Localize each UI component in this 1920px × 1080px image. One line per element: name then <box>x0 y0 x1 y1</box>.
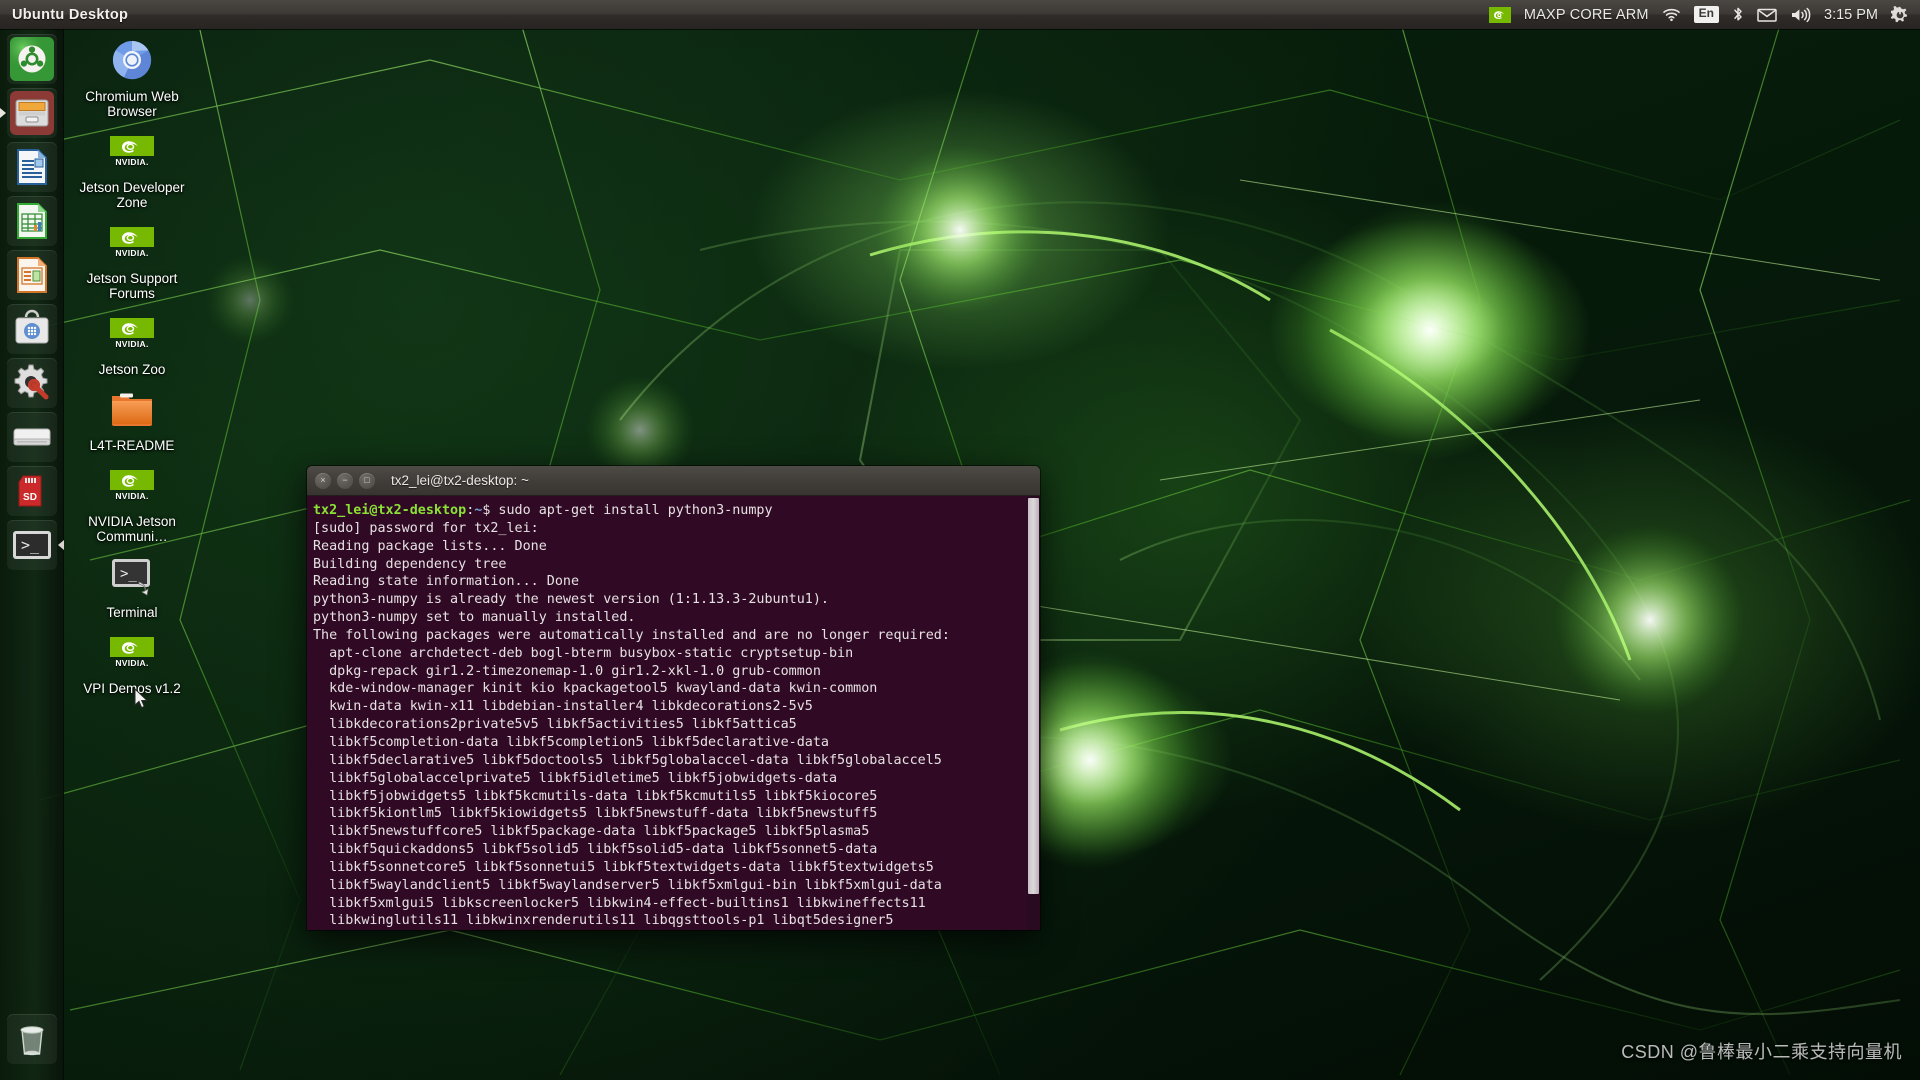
desktop-icons: Chromium Web Browser NVIDIA. Jetson Deve… <box>72 34 202 702</box>
bluetooth-icon[interactable] <box>1732 0 1744 29</box>
minimize-icon[interactable]: − <box>337 472 353 489</box>
terminal-window[interactable]: × − □ tx2_lei@tx2-desktop: ~ tx2_lei@tx2… <box>307 466 1040 930</box>
launcher-item-files[interactable] <box>6 88 57 138</box>
launcher-item-software-center[interactable] <box>6 304 57 354</box>
nvidia-wordmark: NVIDIA. <box>115 491 149 501</box>
folder-icon <box>106 383 158 435</box>
volume-icon[interactable] <box>1790 0 1811 29</box>
nvidia-wordmark: NVIDIA. <box>115 248 149 258</box>
wifi-icon[interactable] <box>1662 0 1681 29</box>
unity-launcher: SD >_ <box>0 29 64 1080</box>
terminal-scrollbar-thumb[interactable] <box>1028 498 1039 894</box>
launcher-item-libreoffice-writer[interactable] <box>6 142 57 192</box>
nvidia-icon: NVIDIA. <box>106 459 158 511</box>
launcher-item-terminal[interactable]: >_ <box>6 520 57 570</box>
launcher-item-system-settings[interactable] <box>6 358 57 408</box>
terminal-icon: >_ <box>106 550 158 602</box>
terminal-scrollbar[interactable] <box>1027 496 1040 930</box>
mouse-cursor <box>134 687 150 715</box>
tray-device-label: MAXP CORE ARM <box>1523 6 1649 23</box>
desktop-icon-terminal[interactable]: >_ Terminal <box>72 550 192 620</box>
nvidia-icon: NVIDIA. <box>106 307 158 359</box>
nvidia-logo-icon[interactable] <box>1488 0 1511 29</box>
desktop-icon-jetson-developer-zone[interactable]: NVIDIA. Jetson Developer Zone <box>72 125 192 210</box>
svg-text:>_: >_ <box>120 566 137 582</box>
svg-text:>_: >_ <box>21 536 40 554</box>
launcher-item-libreoffice-impress[interactable] <box>6 250 57 300</box>
mail-icon[interactable] <box>1757 0 1777 29</box>
top-panel: Ubuntu Desktop MAXP CORE ARM En 3:15 PM <box>0 0 1920 29</box>
terminal-titlebar[interactable]: × − □ tx2_lei@tx2-desktop: ~ <box>307 466 1040 496</box>
desktop-icon-label: L4T-README <box>89 438 175 453</box>
desktop-icon-l4t-readme[interactable]: L4T-README <box>72 383 192 453</box>
power-gear-icon[interactable] <box>1891 0 1909 29</box>
desktop-icon-vpi-demos[interactable]: NVIDIA. VPI Demos v1.2 <box>72 626 192 696</box>
chromium-icon <box>106 34 158 86</box>
nvidia-wordmark: NVIDIA. <box>115 339 149 349</box>
desktop-icon-label: Jetson Developer Zone <box>79 180 185 210</box>
launcher-item-disk-drive[interactable] <box>6 412 57 462</box>
desktop-icon-nvidia-jetson-community[interactable]: NVIDIA. NVIDIA Jetson Communi… <box>72 459 192 544</box>
nvidia-icon: NVIDIA. <box>106 626 158 678</box>
desktop-icon-label: NVIDIA Jetson Communi… <box>88 514 176 544</box>
panel-title[interactable]: Ubuntu Desktop <box>0 7 128 23</box>
launcher-item-libreoffice-calc[interactable] <box>6 196 57 246</box>
desktop-icon-label: Chromium Web Browser <box>85 89 179 119</box>
nvidia-icon: NVIDIA. <box>106 125 158 177</box>
maximize-icon[interactable]: □ <box>359 472 375 489</box>
desktop-icon-jetson-zoo[interactable]: NVIDIA. Jetson Zoo <box>72 307 192 377</box>
launcher-item-sd-card[interactable]: SD <box>6 466 57 516</box>
desktop-icon-chromium[interactable]: Chromium Web Browser <box>72 34 192 119</box>
nvidia-wordmark: NVIDIA. <box>115 157 149 167</box>
watermark: CSDN @鲁棒最小二乘支持向量机 <box>1621 1042 1902 1062</box>
clock[interactable]: 3:15 PM <box>1824 0 1878 29</box>
launcher-item-ubuntu-dash[interactable] <box>6 34 57 84</box>
terminal-output: tx2_lei@tx2-desktop:~$ sudo apt-get inst… <box>313 503 950 929</box>
desktop-icon-label: Jetson Zoo <box>98 362 166 377</box>
system-tray: MAXP CORE ARM En 3:15 PM <box>1488 0 1920 29</box>
terminal-body[interactable]: tx2_lei@tx2-desktop:~$ sudo apt-get inst… <box>307 496 1040 930</box>
desktop-icon-jetson-support-forums[interactable]: NVIDIA. Jetson Support Forums <box>72 216 192 301</box>
desktop-icon-label: Jetson Support Forums <box>86 271 178 301</box>
close-icon[interactable]: × <box>315 472 331 489</box>
keyboard-layout-indicator[interactable]: En <box>1693 0 1719 29</box>
desktop-icon-label: VPI Demos v1.2 <box>83 681 181 696</box>
svg-text:SD: SD <box>23 492 37 503</box>
desktop-screen: Ubuntu Desktop MAXP CORE ARM En 3:15 PM … <box>0 0 1920 1080</box>
desktop-icon-label: Terminal <box>106 605 158 620</box>
keyboard-layout-label: En <box>1693 6 1719 23</box>
nvidia-wordmark: NVIDIA. <box>115 658 149 668</box>
nvidia-icon: NVIDIA. <box>106 216 158 268</box>
terminal-title: tx2_lei@tx2-desktop: ~ <box>391 473 529 488</box>
launcher-item-trash[interactable] <box>6 1014 57 1064</box>
